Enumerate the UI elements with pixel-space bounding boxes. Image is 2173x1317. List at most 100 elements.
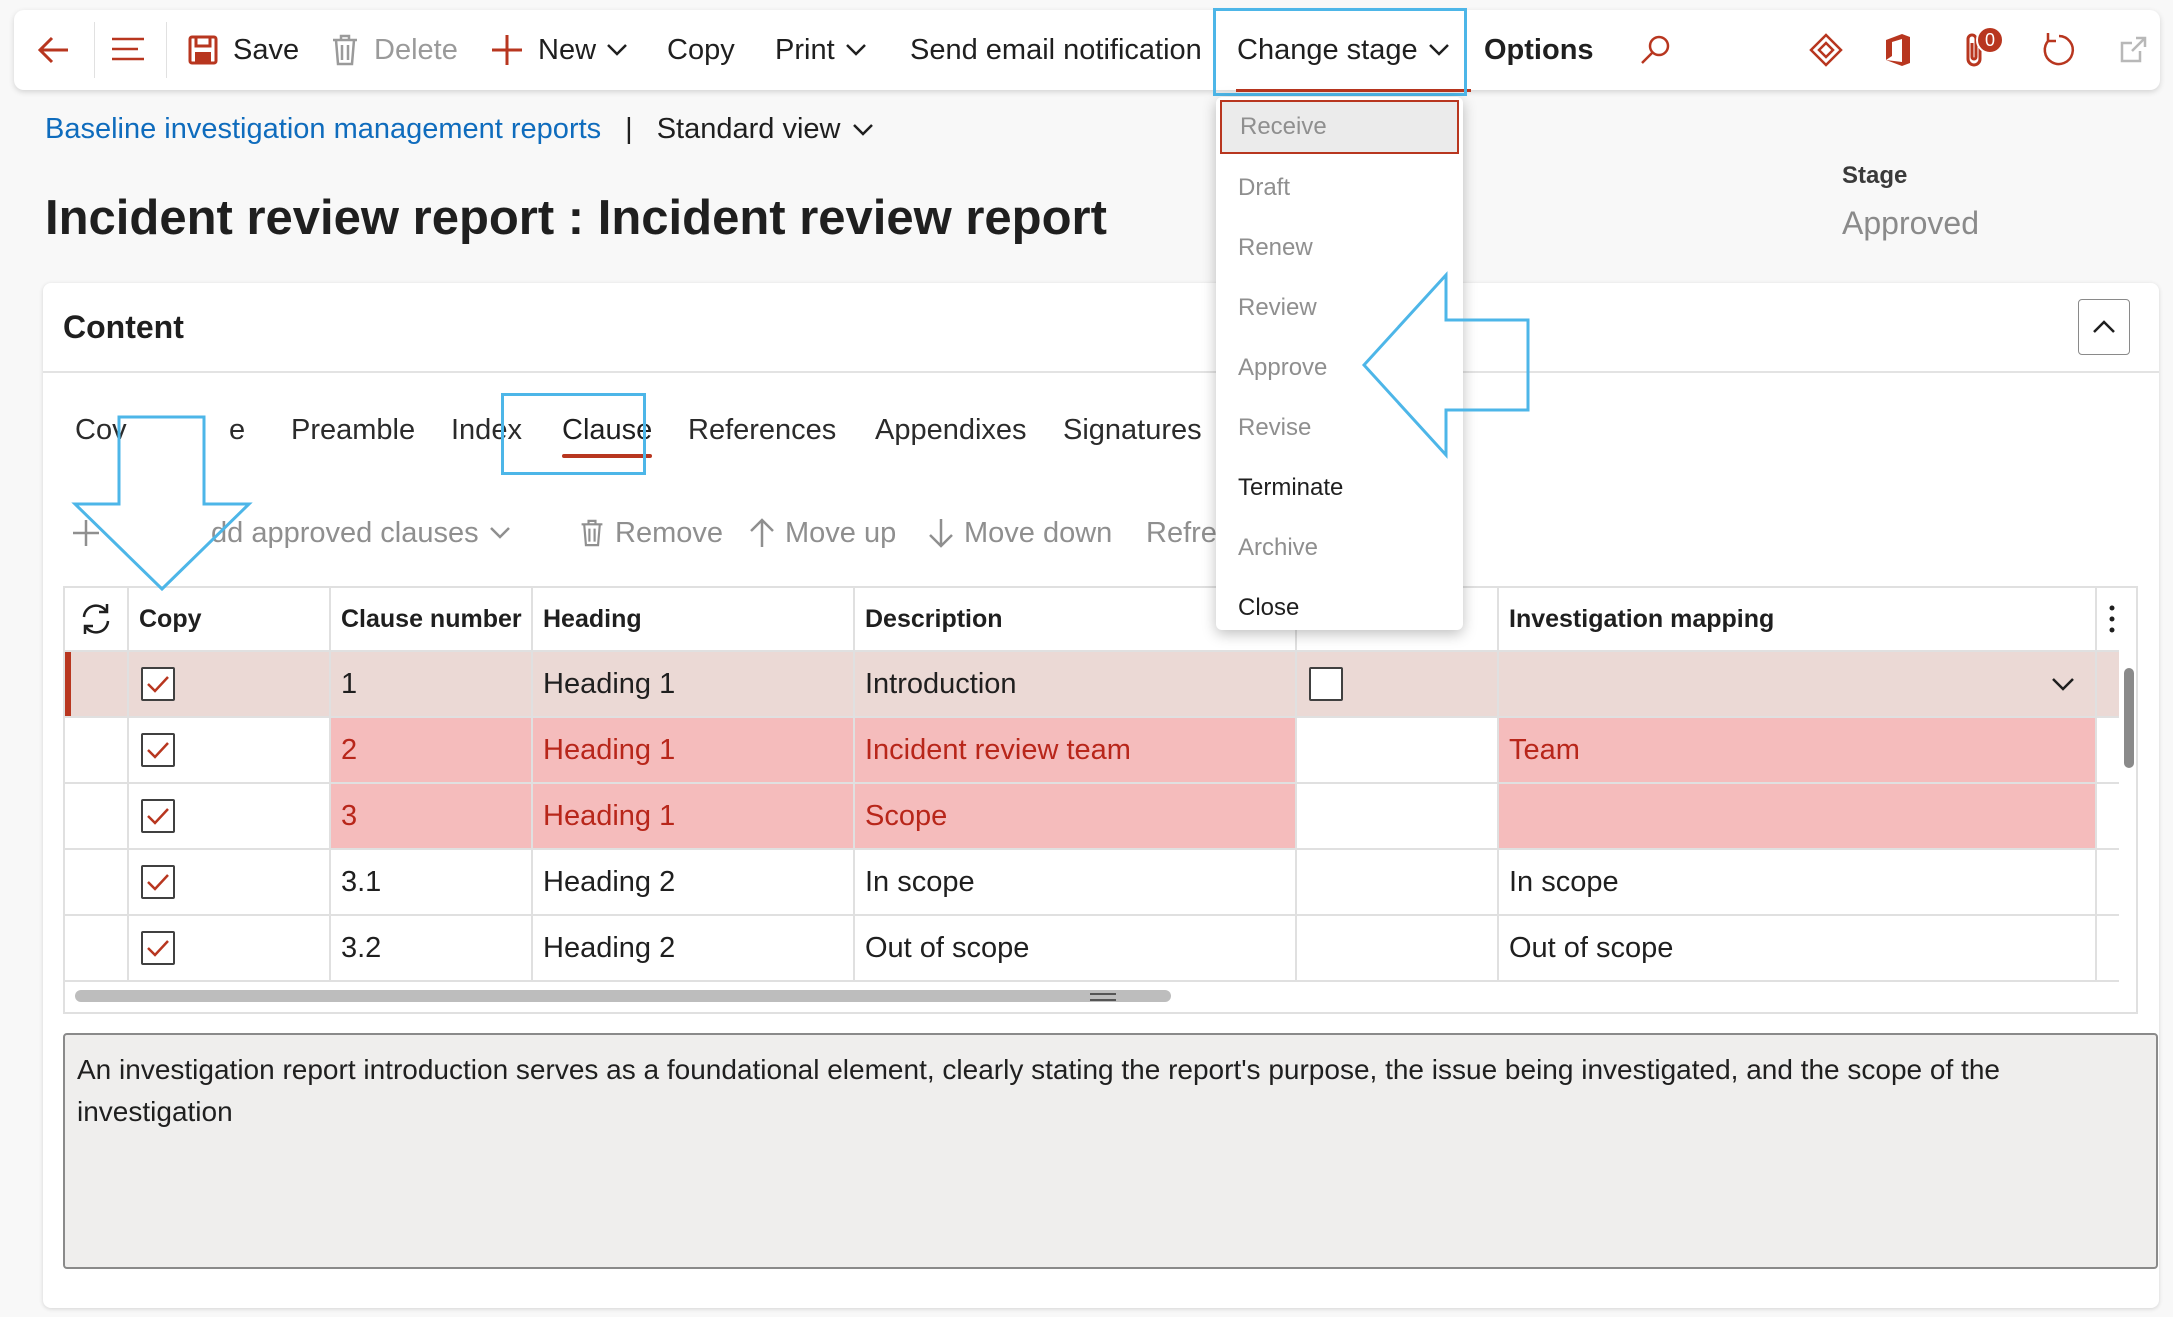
column-options-button[interactable]: [2097, 588, 2136, 650]
row-selector[interactable]: [65, 784, 129, 848]
investigation-mapping-cell[interactable]: Out of scope: [1499, 916, 2097, 980]
save-label: Save: [233, 33, 300, 66]
refresh-page-button[interactable]: [2040, 10, 2078, 90]
row-selector[interactable]: [65, 652, 129, 716]
row-selector[interactable]: [65, 916, 129, 980]
options-button[interactable]: Options: [1484, 10, 1594, 90]
collapse-button[interactable]: [2078, 299, 2130, 355]
delete-button[interactable]: Delete: [330, 10, 458, 90]
checkmark-icon: [147, 742, 169, 759]
menu-item-draft[interactable]: Draft: [1220, 161, 1459, 215]
trash-icon: [333, 34, 357, 66]
column-header-copy[interactable]: Copy: [129, 588, 331, 650]
investigation-mapping-cell[interactable]: [1499, 784, 2097, 848]
diamond-icon: [1809, 33, 1843, 67]
flag-cell: [1297, 652, 1499, 716]
remove-button[interactable]: Remove: [579, 503, 723, 563]
send-email-button[interactable]: Send email notification: [910, 10, 1202, 90]
description-cell[interactable]: Incident review team: [855, 718, 1297, 782]
table-row[interactable]: 2 Heading 1 Incident review team Team: [65, 718, 2119, 784]
move-down-button[interactable]: Move down: [928, 503, 1112, 563]
attachments-button[interactable]: 0: [1960, 10, 2004, 90]
clause-number-cell[interactable]: 3: [331, 784, 533, 848]
row-selector[interactable]: [65, 850, 129, 914]
menu-item-terminate[interactable]: Terminate: [1220, 461, 1459, 515]
table-row[interactable]: 1 Heading 1 Introduction: [65, 652, 2119, 718]
pop-out-icon: [2120, 36, 2147, 63]
description-cell[interactable]: Out of scope: [855, 916, 1297, 980]
column-header-heading[interactable]: Heading: [533, 588, 855, 650]
copy-checkbox[interactable]: [141, 865, 175, 899]
table-row[interactable]: 3 Heading 1 Scope: [65, 784, 2119, 850]
trash-icon: [581, 519, 603, 547]
chevron-down-icon: [845, 44, 866, 56]
flag-cell[interactable]: [1297, 916, 1499, 980]
save-button[interactable]: Save: [187, 10, 299, 90]
copy-button[interactable]: Copy: [667, 10, 735, 90]
investigation-mapping-cell[interactable]: In scope: [1499, 850, 2097, 914]
open-new-window-button[interactable]: [2118, 10, 2148, 90]
flag-cell[interactable]: [1297, 718, 1499, 782]
investigation-mapping-select[interactable]: [1499, 652, 2097, 716]
menu-item-close[interactable]: Close: [1220, 581, 1459, 635]
clause-number-cell[interactable]: 2: [331, 718, 533, 782]
grid-header-row: Copy Clause number Heading Description I…: [65, 588, 2119, 652]
panel-title: Content: [63, 309, 184, 345]
clause-description-textarea[interactable]: An investigation report introduction ser…: [63, 1033, 2158, 1269]
description-cell[interactable]: In scope: [855, 850, 1297, 914]
copy-cell: [129, 784, 331, 848]
grid-refresh-cell[interactable]: [65, 588, 129, 650]
breadcrumb-link[interactable]: Baseline investigation management report…: [45, 113, 601, 146]
column-header-investigation-mapping[interactable]: Investigation mapping: [1499, 588, 2097, 650]
tab-preamble[interactable]: Preamble: [291, 408, 415, 468]
flag-cell[interactable]: [1297, 850, 1499, 914]
copy-checkbox[interactable]: [141, 799, 175, 833]
resize-grip-icon[interactable]: [1090, 993, 1116, 1001]
flag-cell[interactable]: [1297, 784, 1499, 848]
flag-checkbox[interactable]: [1309, 667, 1343, 701]
investigation-mapping-cell[interactable]: Team: [1499, 718, 2097, 782]
move-down-label: Move down: [964, 516, 1113, 549]
copy-checkbox[interactable]: [141, 931, 175, 965]
table-row[interactable]: 3.2 Heading 2 Out of scope Out of scope: [65, 916, 2119, 982]
power-apps-button[interactable]: [1808, 10, 1844, 90]
clause-number-cell[interactable]: 1: [331, 652, 533, 716]
column-header-clause-number[interactable]: Clause number: [331, 588, 533, 650]
tab-appendixes[interactable]: Appendixes: [875, 408, 1027, 468]
clause-number-cell[interactable]: 3.2: [331, 916, 533, 980]
heading-cell[interactable]: Heading 2: [533, 916, 855, 980]
vertical-scrollbar[interactable]: [2124, 668, 2134, 768]
heading-cell[interactable]: Heading 1: [533, 784, 855, 848]
new-button[interactable]: New: [490, 10, 628, 90]
tab-references[interactable]: References: [688, 408, 836, 468]
menu-item-renew[interactable]: Renew: [1220, 221, 1459, 275]
table-row[interactable]: 3.1 Heading 2 In scope In scope: [65, 850, 2119, 916]
view-selector[interactable]: Standard view: [657, 113, 841, 146]
add-approved-clauses-button[interactable]: dd approved clauses: [211, 503, 511, 563]
arrow-up-icon: [750, 518, 774, 547]
heading-cell[interactable]: Heading 1: [533, 652, 855, 716]
clause-number-cell[interactable]: 3.1: [331, 850, 533, 914]
copy-label: Copy: [667, 33, 735, 66]
chevron-down-icon: [489, 527, 510, 539]
search-button[interactable]: [1638, 10, 1672, 90]
menu-item-archive[interactable]: Archive: [1220, 521, 1459, 575]
chevron-down-icon[interactable]: [852, 123, 874, 137]
menu-item-receive[interactable]: Receive: [1220, 100, 1459, 154]
description-cell[interactable]: Scope: [855, 784, 1297, 848]
tab-signatures[interactable]: Signatures: [1063, 408, 1202, 468]
back-button[interactable]: [36, 10, 72, 90]
row-selector[interactable]: [65, 718, 129, 782]
copy-checkbox[interactable]: [141, 733, 175, 767]
content-panel: Content Cov e Preamble Index Clause Refe…: [43, 283, 2159, 1308]
horizontal-scrollbar[interactable]: [75, 990, 1171, 1002]
move-up-button[interactable]: Move up: [749, 503, 896, 563]
clause-grid: Copy Clause number Heading Description I…: [63, 586, 2138, 1014]
office-button[interactable]: [1882, 10, 1914, 90]
heading-cell[interactable]: Heading 2: [533, 850, 855, 914]
print-button[interactable]: Print: [775, 10, 867, 90]
heading-cell[interactable]: Heading 1: [533, 718, 855, 782]
copy-checkbox[interactable]: [141, 667, 175, 701]
description-cell[interactable]: Introduction: [855, 652, 1297, 716]
menu-button[interactable]: [110, 10, 146, 90]
